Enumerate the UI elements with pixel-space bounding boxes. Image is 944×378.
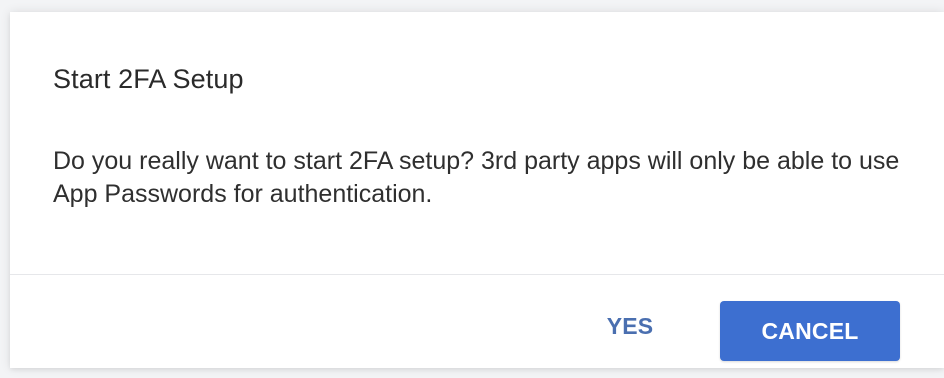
yes-button[interactable]: YES bbox=[590, 301, 670, 351]
cancel-button[interactable]: CANCEL bbox=[720, 301, 900, 361]
confirm-2fa-dialog: Start 2FA Setup Do you really want to st… bbox=[10, 12, 944, 368]
dialog-title: Start 2FA Setup bbox=[53, 64, 244, 94]
dialog-message: Do you really want to start 2FA setup? 3… bbox=[53, 147, 900, 208]
dialog-actions: YES CANCEL bbox=[10, 275, 944, 368]
screen: Start 2FA Setup Do you really want to st… bbox=[0, 0, 944, 378]
